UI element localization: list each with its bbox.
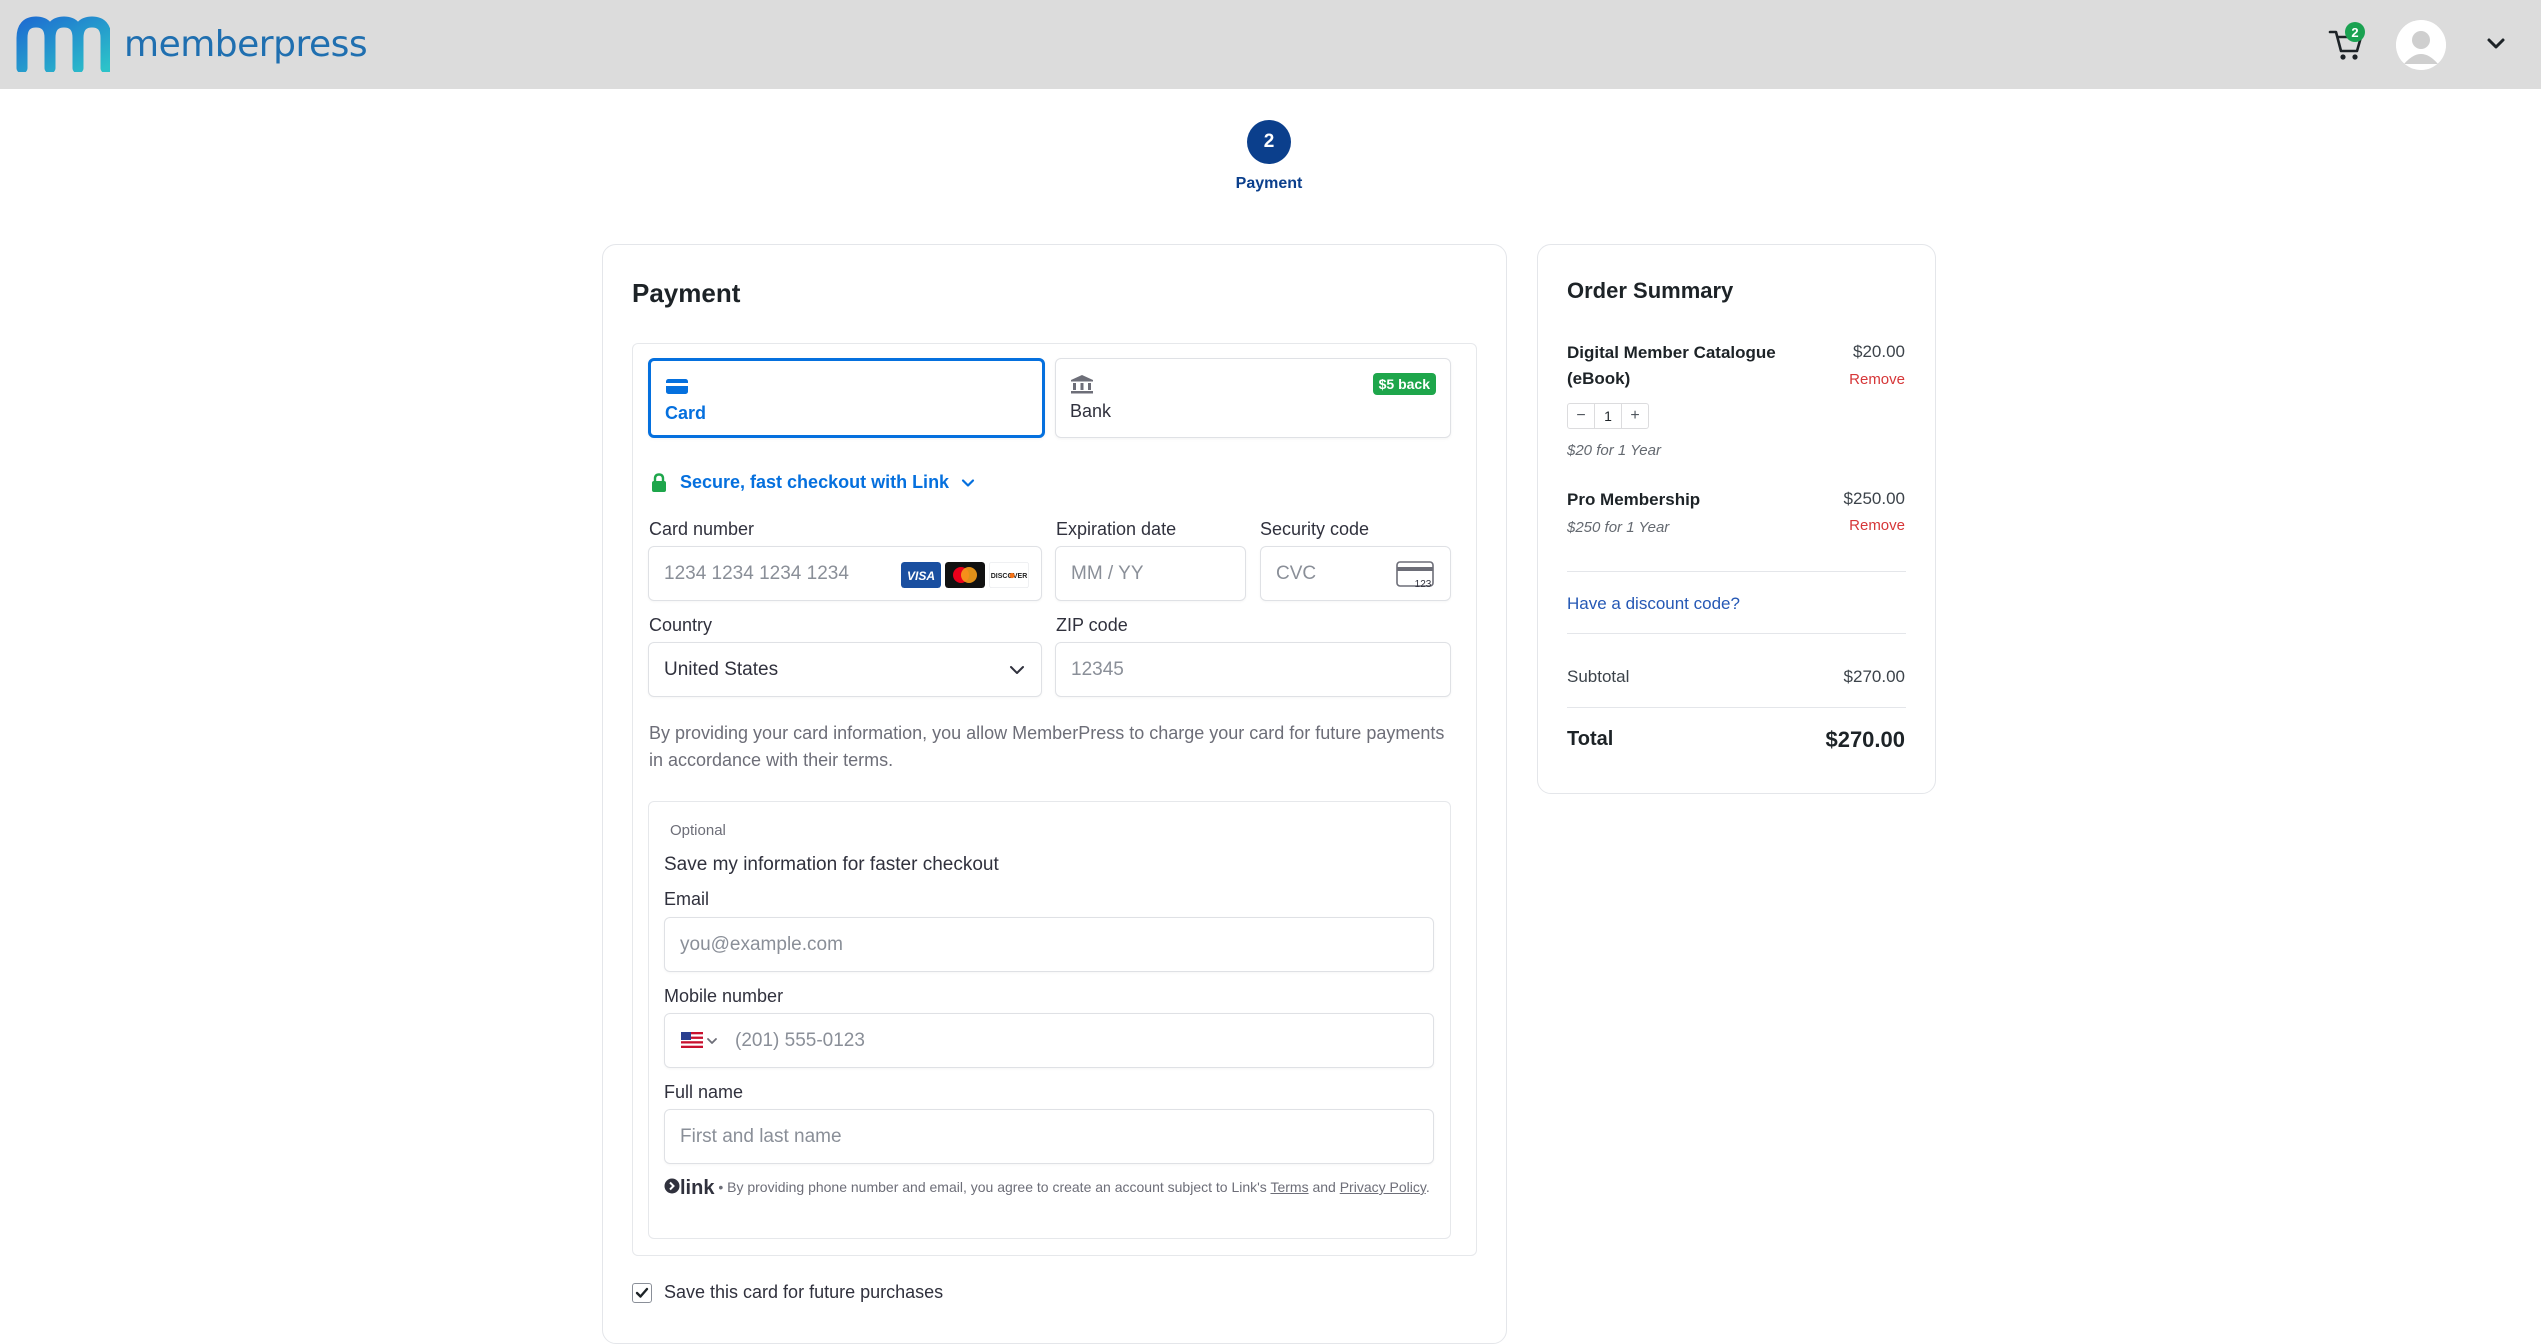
link-legal-body: • By providing phone number and email, y… bbox=[714, 1179, 1271, 1195]
cart-count-badge: 2 bbox=[2345, 22, 2365, 42]
tab-bank[interactable]: Bank $5 back bbox=[1055, 358, 1451, 438]
total-value: $270.00 bbox=[1825, 727, 1905, 752]
tab-card-label: Card bbox=[665, 403, 707, 423]
remove-item-link[interactable]: Remove bbox=[1849, 371, 1905, 388]
full-name-input[interactable] bbox=[680, 1110, 1295, 1163]
item-name: Digital Member Catalogue (eBook) bbox=[1567, 343, 1776, 388]
item-term: $20 for 1 Year bbox=[1567, 442, 1661, 459]
svg-text:DISCOVER: DISCOVER bbox=[991, 573, 1028, 580]
chevron-down-icon bbox=[961, 478, 975, 487]
card-consent-text: By providing your card information, you … bbox=[649, 723, 1445, 770]
link-privacy-link[interactable]: Privacy Policy bbox=[1340, 1179, 1426, 1195]
mobile-input[interactable] bbox=[735, 1014, 1350, 1067]
us-flag-icon[interactable] bbox=[681, 1032, 703, 1048]
save-card-checkbox[interactable] bbox=[632, 1282, 652, 1303]
full-name-field[interactable] bbox=[664, 1109, 1434, 1164]
save-card-option[interactable]: Save this card for future purchases bbox=[632, 1282, 943, 1303]
total-label: Total bbox=[1567, 728, 1614, 750]
step-number: 2 bbox=[1247, 120, 1291, 164]
lock-icon bbox=[652, 472, 666, 492]
expiration-input[interactable] bbox=[1071, 547, 1223, 600]
save-info-heading: Save my information for faster checkout bbox=[664, 854, 999, 875]
divider bbox=[1567, 707, 1906, 708]
bank-promo-badge: $5 back bbox=[1372, 373, 1436, 395]
credit-card-icon bbox=[666, 379, 688, 394]
quantity-stepper: − 1 + bbox=[1567, 403, 1649, 429]
subtotal-label: Subtotal bbox=[1567, 667, 1630, 686]
link-logo-icon bbox=[664, 1178, 680, 1194]
full-name-label: Full name bbox=[664, 1082, 744, 1102]
item-price: $20.00 bbox=[1853, 342, 1905, 361]
item-name: Pro Membership bbox=[1567, 490, 1701, 509]
divider bbox=[1567, 571, 1906, 572]
link-wordmark: link bbox=[680, 1177, 715, 1199]
quantity-decrease-button[interactable]: − bbox=[1568, 404, 1594, 428]
save-card-label: Save this card for future purchases bbox=[664, 1282, 944, 1302]
brand-logo[interactable]: memberpress bbox=[16, 16, 368, 72]
quantity-value[interactable]: 1 bbox=[1594, 404, 1622, 428]
card-number-input[interactable] bbox=[664, 547, 884, 600]
link-terms-link[interactable]: Terms bbox=[1270, 1179, 1308, 1195]
security-code-input[interactable] bbox=[1276, 547, 1386, 600]
chevron-down-icon[interactable] bbox=[705, 1034, 719, 1048]
card-number-label: Card number bbox=[649, 519, 755, 539]
svg-text:VISA: VISA bbox=[907, 569, 935, 583]
country-select[interactable]: United States bbox=[648, 642, 1042, 697]
brand-name: memberpress bbox=[124, 23, 368, 65]
mobile-field[interactable] bbox=[664, 1013, 1434, 1068]
tab-card[interactable]: Card bbox=[648, 358, 1045, 438]
card-number-field[interactable]: VISA DISCOVER bbox=[648, 546, 1042, 601]
user-avatar-icon[interactable] bbox=[2396, 20, 2446, 70]
zip-input[interactable] bbox=[1071, 643, 1387, 696]
subtotal-value: $270.00 bbox=[1843, 667, 1905, 686]
optional-tag: Optional bbox=[670, 822, 726, 839]
link-checkout-toggle[interactable]: Secure, fast checkout with Link bbox=[650, 472, 977, 493]
zip-field[interactable] bbox=[1055, 642, 1451, 697]
mobile-label: Mobile number bbox=[664, 986, 784, 1006]
email-field[interactable] bbox=[664, 917, 1434, 972]
item-term: $250 for 1 Year bbox=[1567, 519, 1670, 536]
step-label: Payment bbox=[1235, 175, 1303, 192]
tab-bank-label: Bank bbox=[1070, 401, 1112, 421]
payment-title: Payment bbox=[632, 278, 741, 308]
remove-item-link[interactable]: Remove bbox=[1849, 517, 1905, 534]
cvc-card-icon: 123 bbox=[1396, 561, 1434, 590]
divider bbox=[1567, 633, 1906, 634]
country-label: Country bbox=[649, 615, 713, 635]
item-price: $250.00 bbox=[1843, 489, 1905, 508]
card-brand-logos: VISA DISCOVER bbox=[901, 562, 1029, 588]
quantity-increase-button[interactable]: + bbox=[1622, 404, 1648, 428]
bank-icon bbox=[1071, 375, 1093, 394]
link-checkout-text: Secure, fast checkout with Link bbox=[680, 472, 950, 492]
link-legal-and: and bbox=[1308, 1179, 1340, 1195]
expiration-label: Expiration date bbox=[1056, 519, 1177, 539]
svg-text:123: 123 bbox=[1415, 579, 1432, 590]
country-value: United States bbox=[664, 659, 779, 680]
checkmark-icon bbox=[635, 1287, 649, 1298]
security-code-field[interactable]: 123 bbox=[1260, 546, 1451, 601]
chevron-down-icon bbox=[1010, 666, 1024, 674]
discount-code-link[interactable]: Have a discount code? bbox=[1567, 594, 1740, 614]
email-input[interactable] bbox=[680, 918, 1295, 971]
link-legal-text: link • By providing phone number and ema… bbox=[664, 1176, 1444, 1199]
discover-icon: DISCOVER bbox=[989, 562, 1029, 588]
link-legal-period: . bbox=[1425, 1179, 1430, 1195]
zip-label: ZIP code bbox=[1056, 615, 1128, 635]
top-header: memberpress 2 bbox=[0, 0, 2541, 89]
mastercard-icon bbox=[945, 562, 985, 588]
chevron-down-icon[interactable] bbox=[2484, 32, 2508, 56]
order-summary-title: Order Summary bbox=[1567, 278, 1734, 303]
email-label: Email bbox=[664, 889, 710, 909]
memberpress-logo-icon bbox=[16, 16, 110, 72]
expiration-field[interactable] bbox=[1055, 546, 1246, 601]
visa-icon: VISA bbox=[901, 562, 941, 588]
security-code-label: Security code bbox=[1260, 519, 1370, 539]
